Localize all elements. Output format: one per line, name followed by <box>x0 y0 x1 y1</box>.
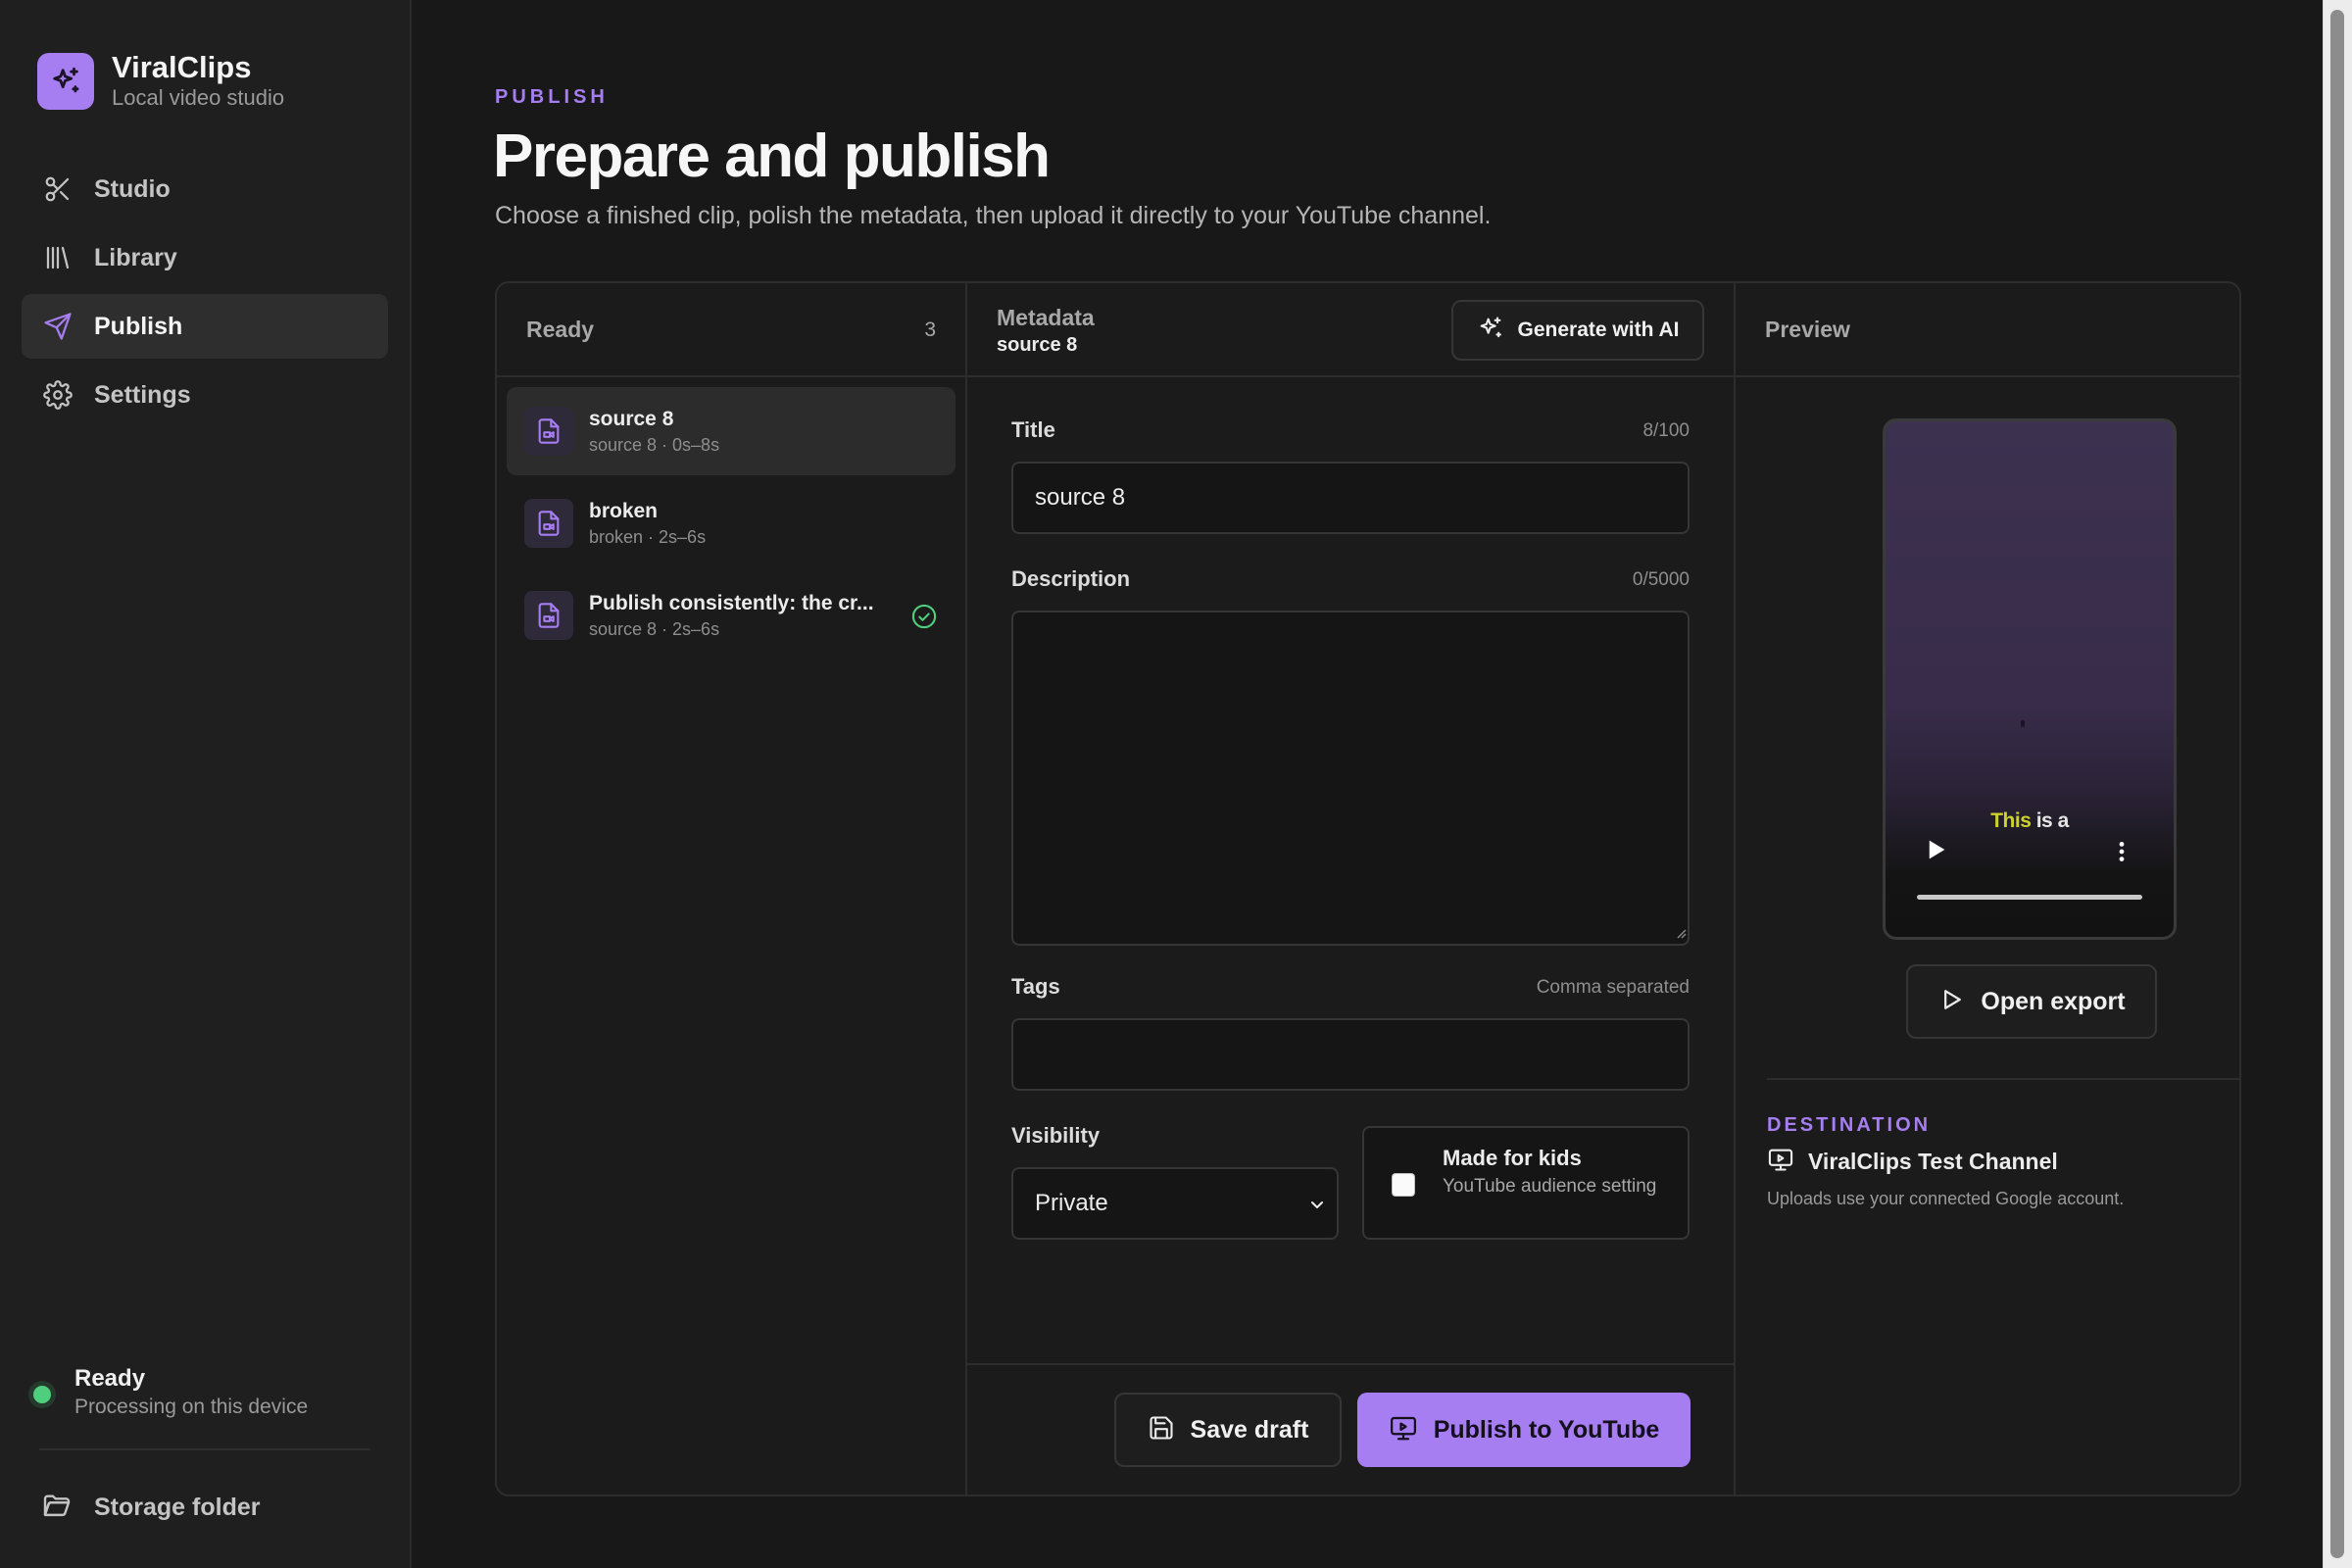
video-file-icon <box>524 407 573 456</box>
sidebar-item-publish[interactable]: Publish <box>22 294 388 359</box>
description-char-count: 0/5000 <box>1632 569 1690 590</box>
resize-grip-icon[interactable] <box>1675 926 1687 944</box>
clip-name: source 8 <box>589 407 674 430</box>
metadata-heading: Metadata <box>997 305 1095 330</box>
tags-hint: Comma separated <box>1536 977 1690 998</box>
preview-heading: Preview <box>1765 317 1850 342</box>
check-circle-icon <box>910 603 938 635</box>
made-for-kids-title: Made for kids <box>1443 1146 1582 1170</box>
sidebar-item-settings[interactable]: Settings <box>22 363 388 427</box>
folder-icon <box>41 1490 73 1526</box>
clip-meta: source 8 · 2s–6s <box>589 618 720 639</box>
youtube-screen-icon <box>1389 1413 1418 1447</box>
play-outline-icon <box>1937 986 1965 1018</box>
made-for-kids-option[interactable]: Made for kids YouTube audience setting <box>1362 1126 1690 1240</box>
sparkles-icon <box>37 53 94 110</box>
publish-panel: Ready 3 source 8 source 8 · 0s–8s broken… <box>495 281 2241 1496</box>
open-export-button[interactable]: Open export <box>1906 964 2157 1039</box>
video-file-icon <box>524 591 573 640</box>
video-caption: This is a <box>1886 809 2174 833</box>
made-for-kids-subtitle: YouTube audience setting <box>1443 1176 1657 1197</box>
metadata-column: Metadata source 8 Generate with AI Title… <box>967 283 1736 1494</box>
video-frame-detail <box>2021 720 2025 727</box>
clip-name: Publish consistently: the cr... <box>589 591 874 614</box>
publish-label: Publish to YouTube <box>1433 1415 1660 1444</box>
title-label: Title <box>1011 417 1055 442</box>
video-progress-bar[interactable] <box>1917 895 2142 900</box>
clip-name: broken <box>589 499 659 522</box>
open-export-label: Open export <box>1981 987 2126 1015</box>
app-tagline: Local video studio <box>112 85 285 110</box>
more-vertical-icon[interactable] <box>2109 837 2134 871</box>
caption-rest: is a <box>2031 809 2070 832</box>
visibility-value: Private <box>1035 1190 1108 1216</box>
storage-folder-button[interactable]: Storage folder <box>41 1490 260 1526</box>
metadata-footer: Save draft Publish to YouTube <box>967 1363 1734 1494</box>
ready-column: Ready 3 source 8 source 8 · 0s–8s broken… <box>497 283 967 1494</box>
clip-item[interactable]: source 8 source 8 · 0s–8s <box>507 387 956 475</box>
status-subtitle: Processing on this device <box>74 1396 309 1418</box>
sidebar-item-label: Studio <box>94 174 171 203</box>
send-icon <box>41 310 74 343</box>
sidebar-item-library[interactable]: Library <box>22 225 388 290</box>
sparkles-icon <box>1477 315 1504 347</box>
clip-list: source 8 source 8 · 0s–8s broken broken … <box>497 377 965 673</box>
storage-folder-label: Storage folder <box>94 1494 261 1521</box>
destination-note: Uploads use your connected Google accoun… <box>1767 1189 2125 1208</box>
description-label: Description <box>1011 566 1131 591</box>
page-scrollbar[interactable] <box>2323 0 2352 1568</box>
sidebar-item-label: Library <box>94 243 177 271</box>
play-icon[interactable] <box>1921 835 1950 869</box>
clip-item[interactable]: Publish consistently: the cr... source 8… <box>507 571 956 660</box>
scrollbar-thumb[interactable] <box>2330 10 2344 1558</box>
channel-name: ViralClips Test Channel <box>1808 1149 2058 1174</box>
visibility-label: Visibility <box>1011 1123 1101 1148</box>
visibility-select[interactable]: Private <box>1011 1167 1339 1240</box>
preview-divider <box>1767 1078 2239 1080</box>
caption-highlight: This <box>1990 809 2032 832</box>
processing-status: Ready Processing on this device <box>33 1364 308 1421</box>
sidebar-divider <box>39 1448 370 1450</box>
clip-meta: broken · 2s–6s <box>589 526 707 547</box>
sidebar-item-label: Publish <box>94 312 183 340</box>
video-file-icon <box>524 499 573 548</box>
clip-item[interactable]: broken broken · 2s–6s <box>507 479 956 567</box>
sidebar-item-label: Settings <box>94 380 191 409</box>
tags-input[interactable] <box>1011 1018 1690 1091</box>
generate-with-ai-button[interactable]: Generate with AI <box>1451 300 1704 361</box>
publish-to-youtube-button[interactable]: Publish to YouTube <box>1357 1393 1690 1467</box>
generate-label: Generate with AI <box>1517 318 1680 341</box>
status-dot-icon <box>33 1386 51 1403</box>
title-input[interactable] <box>1011 462 1690 534</box>
chevron-down-icon <box>1305 1193 1329 1221</box>
sidebar-item-studio[interactable]: Studio <box>22 157 388 221</box>
app-name: ViralClips <box>112 50 252 84</box>
ready-heading: Ready <box>526 317 595 342</box>
destination-channel: ViralClips Test Channel <box>1767 1146 2058 1178</box>
clip-meta: source 8 · 0s–8s <box>589 434 720 455</box>
metadata-clip-name: source 8 <box>997 334 1078 356</box>
brand: ViralClips Local video studio <box>37 51 284 112</box>
save-draft-label: Save draft <box>1190 1415 1309 1444</box>
scissors-icon <box>41 172 74 206</box>
sidebar: ViralClips Local video studio Studio Lib… <box>0 0 412 1568</box>
preview-column: Preview This is a Open export DESTINATIO… <box>1736 283 2239 1494</box>
tags-label: Tags <box>1011 974 1060 999</box>
page-eyebrow: PUBLISH <box>495 86 609 108</box>
made-for-kids-checkbox[interactable] <box>1392 1173 1415 1197</box>
library-icon <box>41 241 74 274</box>
description-textarea[interactable] <box>1011 611 1690 946</box>
page-subtitle: Choose a finished clip, polish the metad… <box>495 202 1492 229</box>
save-draft-button[interactable]: Save draft <box>1114 1393 1342 1467</box>
video-preview-player[interactable]: This is a <box>1883 418 2177 940</box>
gear-icon <box>41 378 74 412</box>
title-char-count: 8/100 <box>1642 420 1690 441</box>
page-title: Prepare and publish <box>493 122 1051 190</box>
status-title: Ready <box>74 1365 146 1392</box>
youtube-screen-icon <box>1767 1146 1794 1178</box>
save-icon <box>1148 1414 1175 1446</box>
ready-count: 3 <box>924 318 936 341</box>
sidebar-nav: Studio Library Publish Settings <box>22 157 388 431</box>
destination-eyebrow: DESTINATION <box>1767 1114 1932 1136</box>
